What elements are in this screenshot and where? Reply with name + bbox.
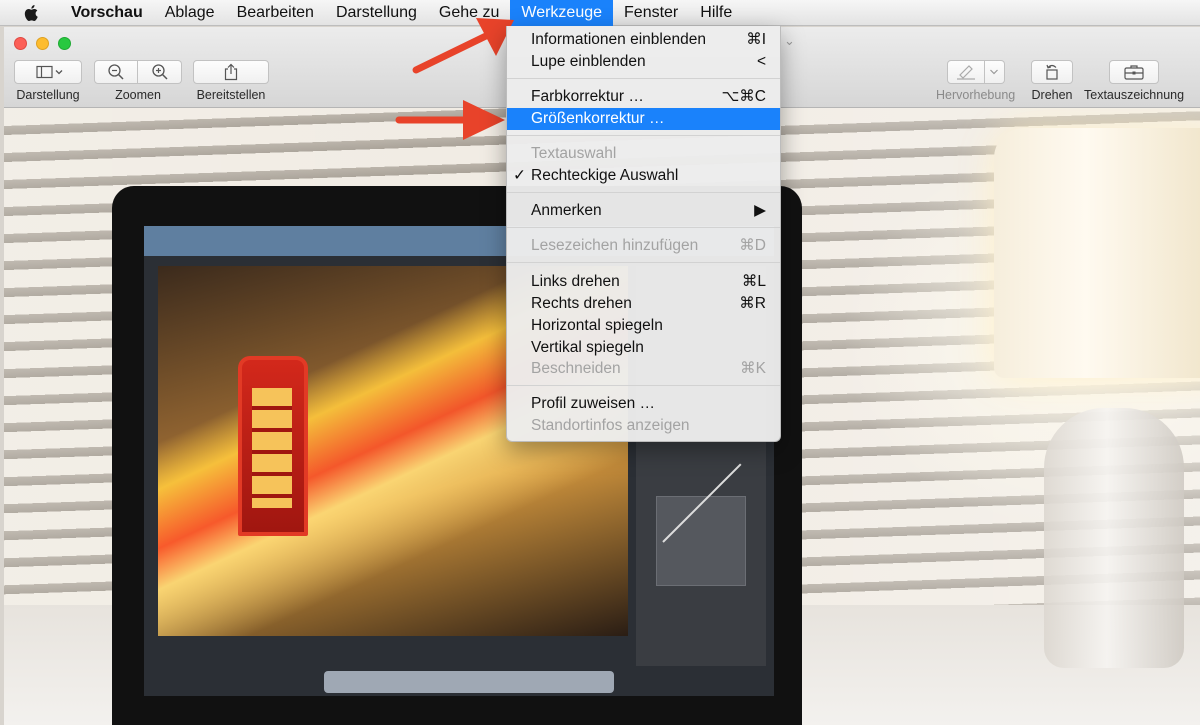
menu-item-shortcut: ⌘L <box>741 273 766 290</box>
menu-item-label: Profil zuweisen … <box>531 395 656 412</box>
toolbox-icon <box>1124 65 1144 80</box>
zoom-group: Zoomen <box>94 60 182 102</box>
view-label: Darstellung <box>16 88 80 102</box>
menu-item-label: Vertikal spiegeln <box>531 339 644 356</box>
annotation-arrow-menu-icon <box>412 18 514 74</box>
werkzeuge-dropdown-menu: Informationen einblenden ⌘I Lupe einblen… <box>506 26 781 442</box>
menu-ablage[interactable]: Ablage <box>154 0 226 26</box>
zoom-window-button[interactable] <box>58 37 71 50</box>
rotate-icon <box>1046 64 1058 80</box>
markup-toolbox-button[interactable] <box>1109 60 1160 84</box>
menu-item-label: Informationen einblenden <box>531 31 706 48</box>
highlight-menu-button[interactable] <box>984 60 1005 84</box>
share-button[interactable] <box>193 60 269 84</box>
share-icon <box>224 63 238 81</box>
menu-separator <box>507 192 780 193</box>
menu-app-vorschau[interactable]: Vorschau <box>60 0 154 26</box>
title-chevron-icon[interactable]: ⌄ <box>784 33 795 49</box>
menu-item-horizontal-spiegeln[interactable]: Horizontal spiegeln <box>507 315 780 337</box>
menu-item-label: Horizontal spiegeln <box>531 317 663 334</box>
menu-item-label: Lesezeichen hinzufügen <box>531 237 699 254</box>
menu-separator <box>507 227 780 228</box>
checkmark-icon: ✓ <box>513 167 526 184</box>
menu-item-rechts-drehen[interactable]: Rechts drehen ⌘R <box>507 293 780 315</box>
zoom-out-icon <box>108 64 124 80</box>
menu-item-shortcut: < <box>756 53 766 70</box>
red-phone-booth <box>238 356 308 536</box>
markup-label: Textauszeichnung <box>1084 88 1185 102</box>
menu-bearbeiten[interactable]: Bearbeiten <box>226 0 325 26</box>
menu-item-shortcut: ⌘K <box>740 360 766 377</box>
zoom-in-icon <box>151 64 168 80</box>
menu-item-label: Rechteckige Auswahl <box>531 167 679 184</box>
menu-item-profil-zuweisen[interactable]: Profil zuweisen … <box>507 393 780 415</box>
highlight-label: Hervorhebung <box>936 88 1016 102</box>
menu-item-lesezeichen: Lesezeichen hinzufügen ⌘D <box>507 235 780 257</box>
menu-item-label: Lupe einblenden <box>531 53 646 70</box>
annotation-arrow-item-icon <box>395 100 505 140</box>
zoom-out-button[interactable] <box>94 60 138 84</box>
view-group: Darstellung <box>14 60 82 102</box>
menu-item-label: Links drehen <box>531 273 620 290</box>
menu-separator <box>507 135 780 136</box>
menu-item-lupe[interactable]: Lupe einblenden < <box>507 51 780 73</box>
menu-item-informationen[interactable]: Informationen einblenden ⌘I <box>507 29 780 51</box>
menu-item-label: Beschneiden <box>531 360 621 377</box>
menu-item-beschneiden: Beschneiden ⌘K <box>507 358 780 380</box>
menu-item-label: Rechts drehen <box>531 295 632 312</box>
close-button[interactable] <box>14 37 27 50</box>
chevron-down-icon <box>990 69 999 75</box>
menu-separator <box>507 78 780 79</box>
highlight-group: Hervorhebung <box>936 60 1015 102</box>
apple-menu-icon[interactable] <box>22 3 42 23</box>
menu-item-standortinfos: Standortinfos anzeigen <box>507 415 780 437</box>
menu-item-textauswahl: Textauswahl <box>507 143 780 165</box>
highlight-button[interactable] <box>946 60 985 84</box>
menu-item-label: Anmerken <box>531 202 602 219</box>
menu-item-label: Größenkorrektur … <box>531 110 665 127</box>
lamp-base <box>1044 408 1184 668</box>
minimize-button[interactable] <box>36 37 49 50</box>
menu-item-rechteckige-auswahl[interactable]: ✓ Rechteckige Auswahl <box>507 165 780 187</box>
menu-bar: Vorschau Ablage Bearbeiten Darstellung G… <box>0 0 1200 26</box>
lamp-shade <box>994 128 1200 378</box>
menu-item-shortcut: ⌘I <box>746 31 766 48</box>
rotate-label: Drehen <box>1031 88 1073 102</box>
menu-item-anmerken[interactable]: Anmerken ▶ <box>507 200 780 222</box>
menu-item-groessenkorrektur[interactable]: Größenkorrektur … <box>507 108 780 130</box>
menu-fenster[interactable]: Fenster <box>613 0 689 26</box>
markup-group: Textauszeichnung <box>1084 60 1184 102</box>
menu-hilfe[interactable]: Hilfe <box>689 0 743 26</box>
tone-curve <box>656 496 746 586</box>
sidebar-view-icon <box>36 65 63 79</box>
submenu-arrow-icon: ▶ <box>754 202 766 219</box>
highlighter-icon <box>956 65 975 80</box>
zoom-label: Zoomen <box>115 88 161 102</box>
menu-separator <box>507 385 780 386</box>
menu-separator <box>507 262 780 263</box>
rotate-button[interactable] <box>1031 60 1073 84</box>
menu-item-shortcut: ⌘R <box>739 295 766 312</box>
zoom-in-button[interactable] <box>138 60 182 84</box>
menu-item-farbkorrektur[interactable]: Farbkorrektur … ⌥⌘C <box>507 86 780 108</box>
menu-item-label: Farbkorrektur … <box>531 88 644 105</box>
menu-item-shortcut: ⌘D <box>739 237 766 254</box>
share-group: Bereitstellen <box>193 60 269 102</box>
view-button[interactable] <box>14 60 82 84</box>
menu-werkzeuge[interactable]: Werkzeuge <box>510 0 614 26</box>
screen-dock <box>324 671 614 693</box>
menu-item-label: Standortinfos anzeigen <box>531 417 690 434</box>
menu-item-label: Textauswahl <box>531 145 617 162</box>
menu-item-links-drehen[interactable]: Links drehen ⌘L <box>507 271 780 293</box>
rotate-group: Drehen <box>1031 60 1073 102</box>
menu-item-vertikal-spiegeln[interactable]: Vertikal spiegeln <box>507 337 780 359</box>
share-label: Bereitstellen <box>196 88 266 102</box>
menu-item-shortcut: ⌥⌘C <box>721 88 766 105</box>
